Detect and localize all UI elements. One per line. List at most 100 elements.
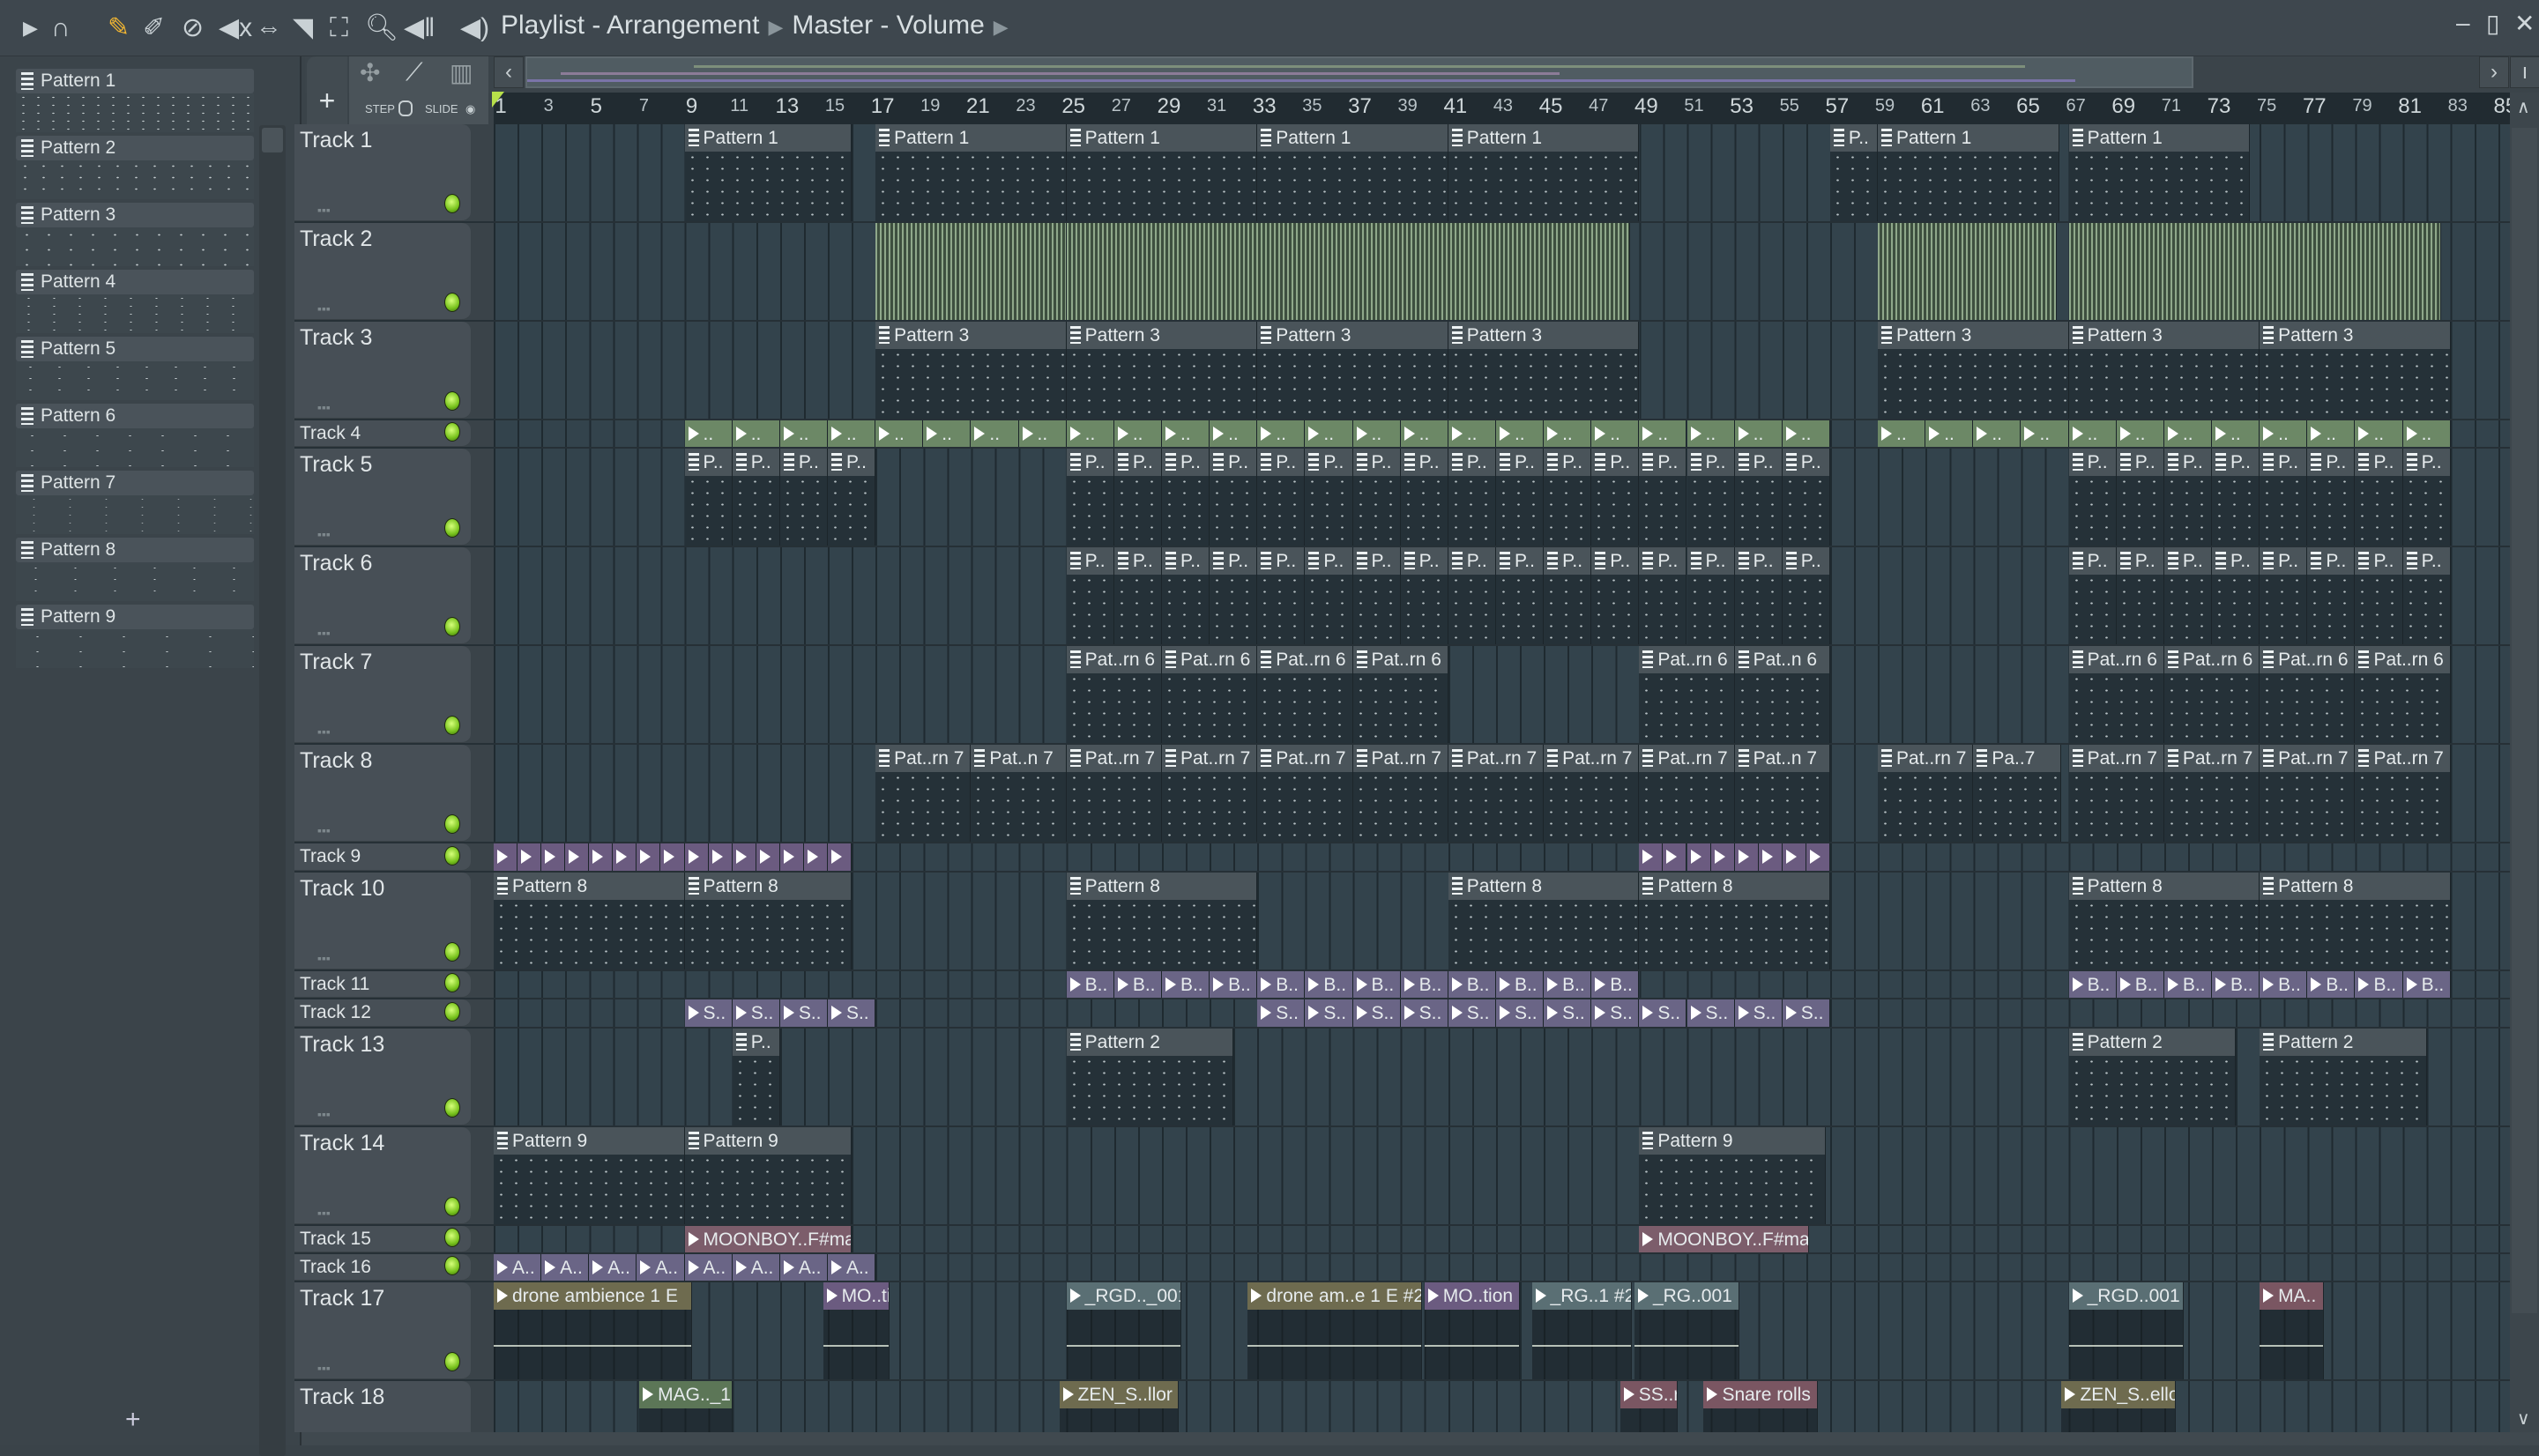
magnet-snap-icon[interactable]: ∩	[51, 12, 71, 44]
playlist-clip[interactable]	[613, 843, 637, 871]
playlist-clip[interactable]: Pat..rn 6	[1066, 646, 1162, 744]
playlist-clip[interactable]: ..	[1544, 420, 1592, 448]
pattern-header[interactable]: Pattern 7	[16, 471, 254, 495]
track-header[interactable]: Track 14 ▪▪▪	[294, 1126, 471, 1224]
track-grip-icon[interactable]: ▪▪▪	[317, 203, 331, 217]
clip-header[interactable]: S..	[1639, 999, 1686, 1027]
playlist-clip[interactable]: B..	[1305, 970, 1353, 999]
timeline-ruler[interactable]: 1 3 5 7 9 11 13 15 17 19 21 23 25 27 29 31 33 35 37 39 41 43 4…	[494, 93, 2517, 124]
clip-header[interactable]: P..	[1829, 124, 1878, 152]
clip-header[interactable]: P..	[684, 449, 732, 477]
clip-header[interactable]: S..	[1782, 999, 1829, 1027]
clip-header[interactable]: Pat..rn 6	[1639, 646, 1734, 674]
playlist-clip[interactable]: ..	[1257, 420, 1306, 448]
playlist-clip[interactable]: ..	[1782, 420, 1830, 448]
clip-header[interactable]: P..	[2163, 547, 2212, 576]
playlist-clip[interactable]: A..	[637, 1254, 685, 1281]
clip-header[interactable]: B..	[2212, 970, 2260, 999]
playlist-clip[interactable]: ..	[1400, 420, 1448, 448]
clip-header[interactable]: P..	[1113, 449, 1161, 477]
clip-header[interactable]: Pattern 3	[2260, 322, 2450, 349]
playlist-clip[interactable]: _RGD..001	[2068, 1282, 2184, 1380]
clip-header[interactable]: S..	[1305, 999, 1352, 1027]
clip-header[interactable]: S..	[1448, 999, 1495, 1027]
playlist-clip[interactable]: P..	[1257, 547, 1306, 645]
clip-header[interactable]: Pat..n 6	[1734, 646, 1829, 674]
clip-header[interactable]: P..	[1448, 449, 1495, 477]
playlist-clip[interactable]: P..	[1161, 547, 1210, 645]
playlist-clip[interactable]	[494, 843, 518, 871]
playlist-clip[interactable]: P..	[1782, 449, 1830, 546]
select-icon[interactable]: ⛶	[330, 12, 348, 44]
playlist-clip[interactable]: Pattern 3	[1257, 322, 1448, 419]
clip-header[interactable]: ..	[875, 420, 923, 448]
clip-header[interactable]: S..	[779, 999, 827, 1027]
mute-icon[interactable]: ◀x	[219, 12, 252, 44]
clip-header[interactable]: Pat..rn 6	[1352, 646, 1448, 674]
playlist-clip[interactable]: P..	[1066, 449, 1114, 546]
pattern-header[interactable]: Pattern 9	[16, 605, 254, 629]
playlist-clip[interactable]: ..	[2212, 420, 2260, 448]
clip-header[interactable]: ..	[1639, 420, 1686, 448]
playlist-clip[interactable]: MO..tion	[1424, 1282, 1520, 1380]
playlist-clip[interactable]	[1806, 843, 1830, 871]
clip-header[interactable]: ..	[2307, 420, 2355, 448]
playlist-clip[interactable]: A..	[589, 1254, 637, 1281]
playlist-clip[interactable]: P..	[2116, 449, 2164, 546]
zoom-handle[interactable]: ı	[2510, 56, 2539, 88]
playlist-clip[interactable]: P..	[2260, 449, 2308, 546]
clip-header[interactable]: Pat..rn 7	[2068, 745, 2163, 773]
playlist-clip[interactable]: Pattern 9	[684, 1126, 853, 1224]
track-enable-toggle[interactable]	[444, 1097, 460, 1118]
playlist-clip[interactable]: P..	[1639, 547, 1687, 645]
track-enable-toggle[interactable]	[444, 617, 460, 637]
playlist-clip[interactable]: Pat..rn 7	[1448, 745, 1545, 843]
clip-header[interactable]: Pattern 8	[1066, 872, 1257, 900]
playback-icon[interactable]: ◀‖	[404, 12, 435, 44]
playlist-clip[interactable]: ZEN_S..llor	[1059, 1381, 1179, 1432]
playlist-clip[interactable]: Pat..rn 7	[1257, 745, 1353, 843]
playlist-clip[interactable]: B..	[1495, 970, 1545, 999]
clip-header[interactable]	[708, 843, 732, 871]
clip-header[interactable]: P..	[2307, 449, 2355, 477]
clip-header[interactable]	[684, 843, 708, 871]
playlist-clip[interactable]: ..	[1161, 420, 1210, 448]
playlist-clip[interactable]: B..	[2163, 970, 2213, 999]
clip-header[interactable]: Pat..n 7	[1734, 745, 1829, 773]
playlist-clip[interactable]	[732, 843, 756, 871]
playlist-clip[interactable]: Pattern 2	[1066, 1028, 1234, 1125]
clip-header[interactable]: MA..	[2260, 1282, 2324, 1311]
playlist-clip[interactable]: P..	[2260, 547, 2308, 645]
clip-header[interactable]: P..	[2260, 449, 2307, 477]
track-enable-toggle[interactable]	[444, 422, 460, 442]
playlist-clip[interactable]: S..	[1591, 999, 1640, 1027]
playlist-clip[interactable]: ..	[732, 420, 780, 448]
playlist-clip[interactable]	[875, 223, 1067, 320]
playlist-clip[interactable]: A..	[827, 1254, 876, 1281]
clip-header[interactable]	[517, 843, 541, 871]
playlist-clip[interactable]: P..	[1544, 449, 1592, 546]
playlist-clip[interactable]: ..	[1925, 420, 1974, 448]
playlist-clip[interactable]: S..	[1305, 999, 1353, 1027]
playlist-clip[interactable]: Snare rolls	[1703, 1381, 1819, 1432]
playlist-clip[interactable]: P..	[1161, 449, 1210, 546]
track-name[interactable]: Track 4	[300, 423, 361, 444]
playlist-clip[interactable]: B..	[2355, 970, 2403, 999]
clip-header[interactable]: ..	[923, 420, 971, 448]
playlist-clip[interactable]: Pat..rn 7	[1639, 745, 1735, 843]
pattern-item[interactable]: Pattern 7	[16, 471, 254, 534]
pencil-draw-icon[interactable]: ✎	[108, 12, 130, 44]
playlist-clip[interactable]: ..	[1352, 420, 1401, 448]
track-lane[interactable]: A.. A.. A.. A.. A.. A.. A.. A..	[494, 1254, 2510, 1281]
pattern-item[interactable]: Pattern 2	[16, 136, 254, 199]
clip-header[interactable]: Pattern 3	[1066, 322, 1257, 349]
playlist-clip[interactable]: ..	[1686, 420, 1735, 448]
playlist-clip[interactable]	[660, 843, 685, 871]
track-header[interactable]: Track 8 ▪▪▪	[294, 745, 471, 843]
track-name[interactable]: Track 2	[300, 227, 372, 252]
clip-header[interactable]: P..	[1113, 547, 1161, 576]
clip-header[interactable]: B..	[2116, 970, 2163, 999]
clip-header[interactable]: S..	[1352, 999, 1400, 1027]
clip-header[interactable]: A..	[684, 1254, 732, 1281]
playlist-clip[interactable]: ..	[2402, 420, 2451, 448]
